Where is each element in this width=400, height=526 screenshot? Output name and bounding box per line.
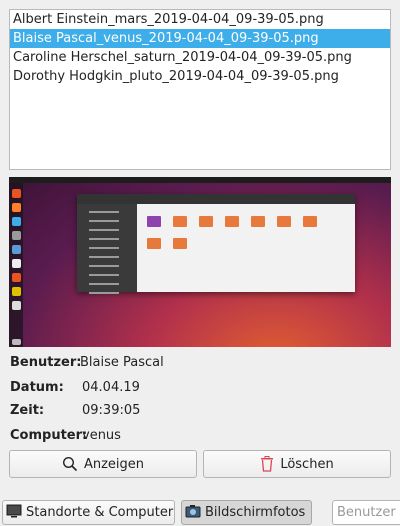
screenshot-file-list[interactable]: Albert Einstein_mars_2019-04-04_09-39-05… (9, 9, 391, 170)
preview-dock (9, 183, 23, 347)
user-value: Blaise Pascal (80, 355, 164, 370)
file-item[interactable]: Dorothy Hodgkin_pluto_2019-04-04_09-39-0… (10, 67, 390, 86)
preview-window (77, 194, 355, 294)
locations-label: Standorte & Computer (26, 505, 174, 520)
user-search-input[interactable]: Benutzer u (332, 500, 400, 525)
date-label: Datum: (10, 380, 64, 395)
user-label: Benutzer: (10, 355, 82, 370)
file-item-selected[interactable]: Blaise Pascal_venus_2019-04-04_09-39-05.… (10, 29, 390, 48)
search-icon (62, 456, 78, 472)
screenshot-preview (9, 177, 391, 347)
time-label: Zeit: (10, 403, 45, 418)
file-item[interactable]: Caroline Herschel_saturn_2019-04-04_09-3… (10, 48, 390, 67)
preview-topbar (9, 177, 391, 183)
screenshots-label: Bildschirmfotos (205, 505, 306, 520)
time-value: 09:39:05 (82, 403, 141, 418)
trash-icon (260, 456, 274, 472)
monitor-icon (6, 504, 22, 522)
delete-button-label: Löschen (280, 456, 334, 472)
file-item[interactable]: Albert Einstein_mars_2019-04-04_09-39-05… (10, 10, 390, 29)
view-button-label: Anzeigen (83, 456, 145, 472)
view-button[interactable]: Anzeigen (9, 450, 197, 478)
locations-button[interactable]: Standorte & Computer (2, 500, 175, 525)
screenshots-button[interactable]: Bildschirmfotos (181, 500, 312, 525)
computer-label: Computer: (10, 428, 88, 443)
camera-icon (185, 504, 201, 522)
computer-value: venus (82, 428, 121, 443)
date-value: 04.04.19 (82, 380, 140, 395)
delete-button[interactable]: Löschen (203, 450, 391, 478)
